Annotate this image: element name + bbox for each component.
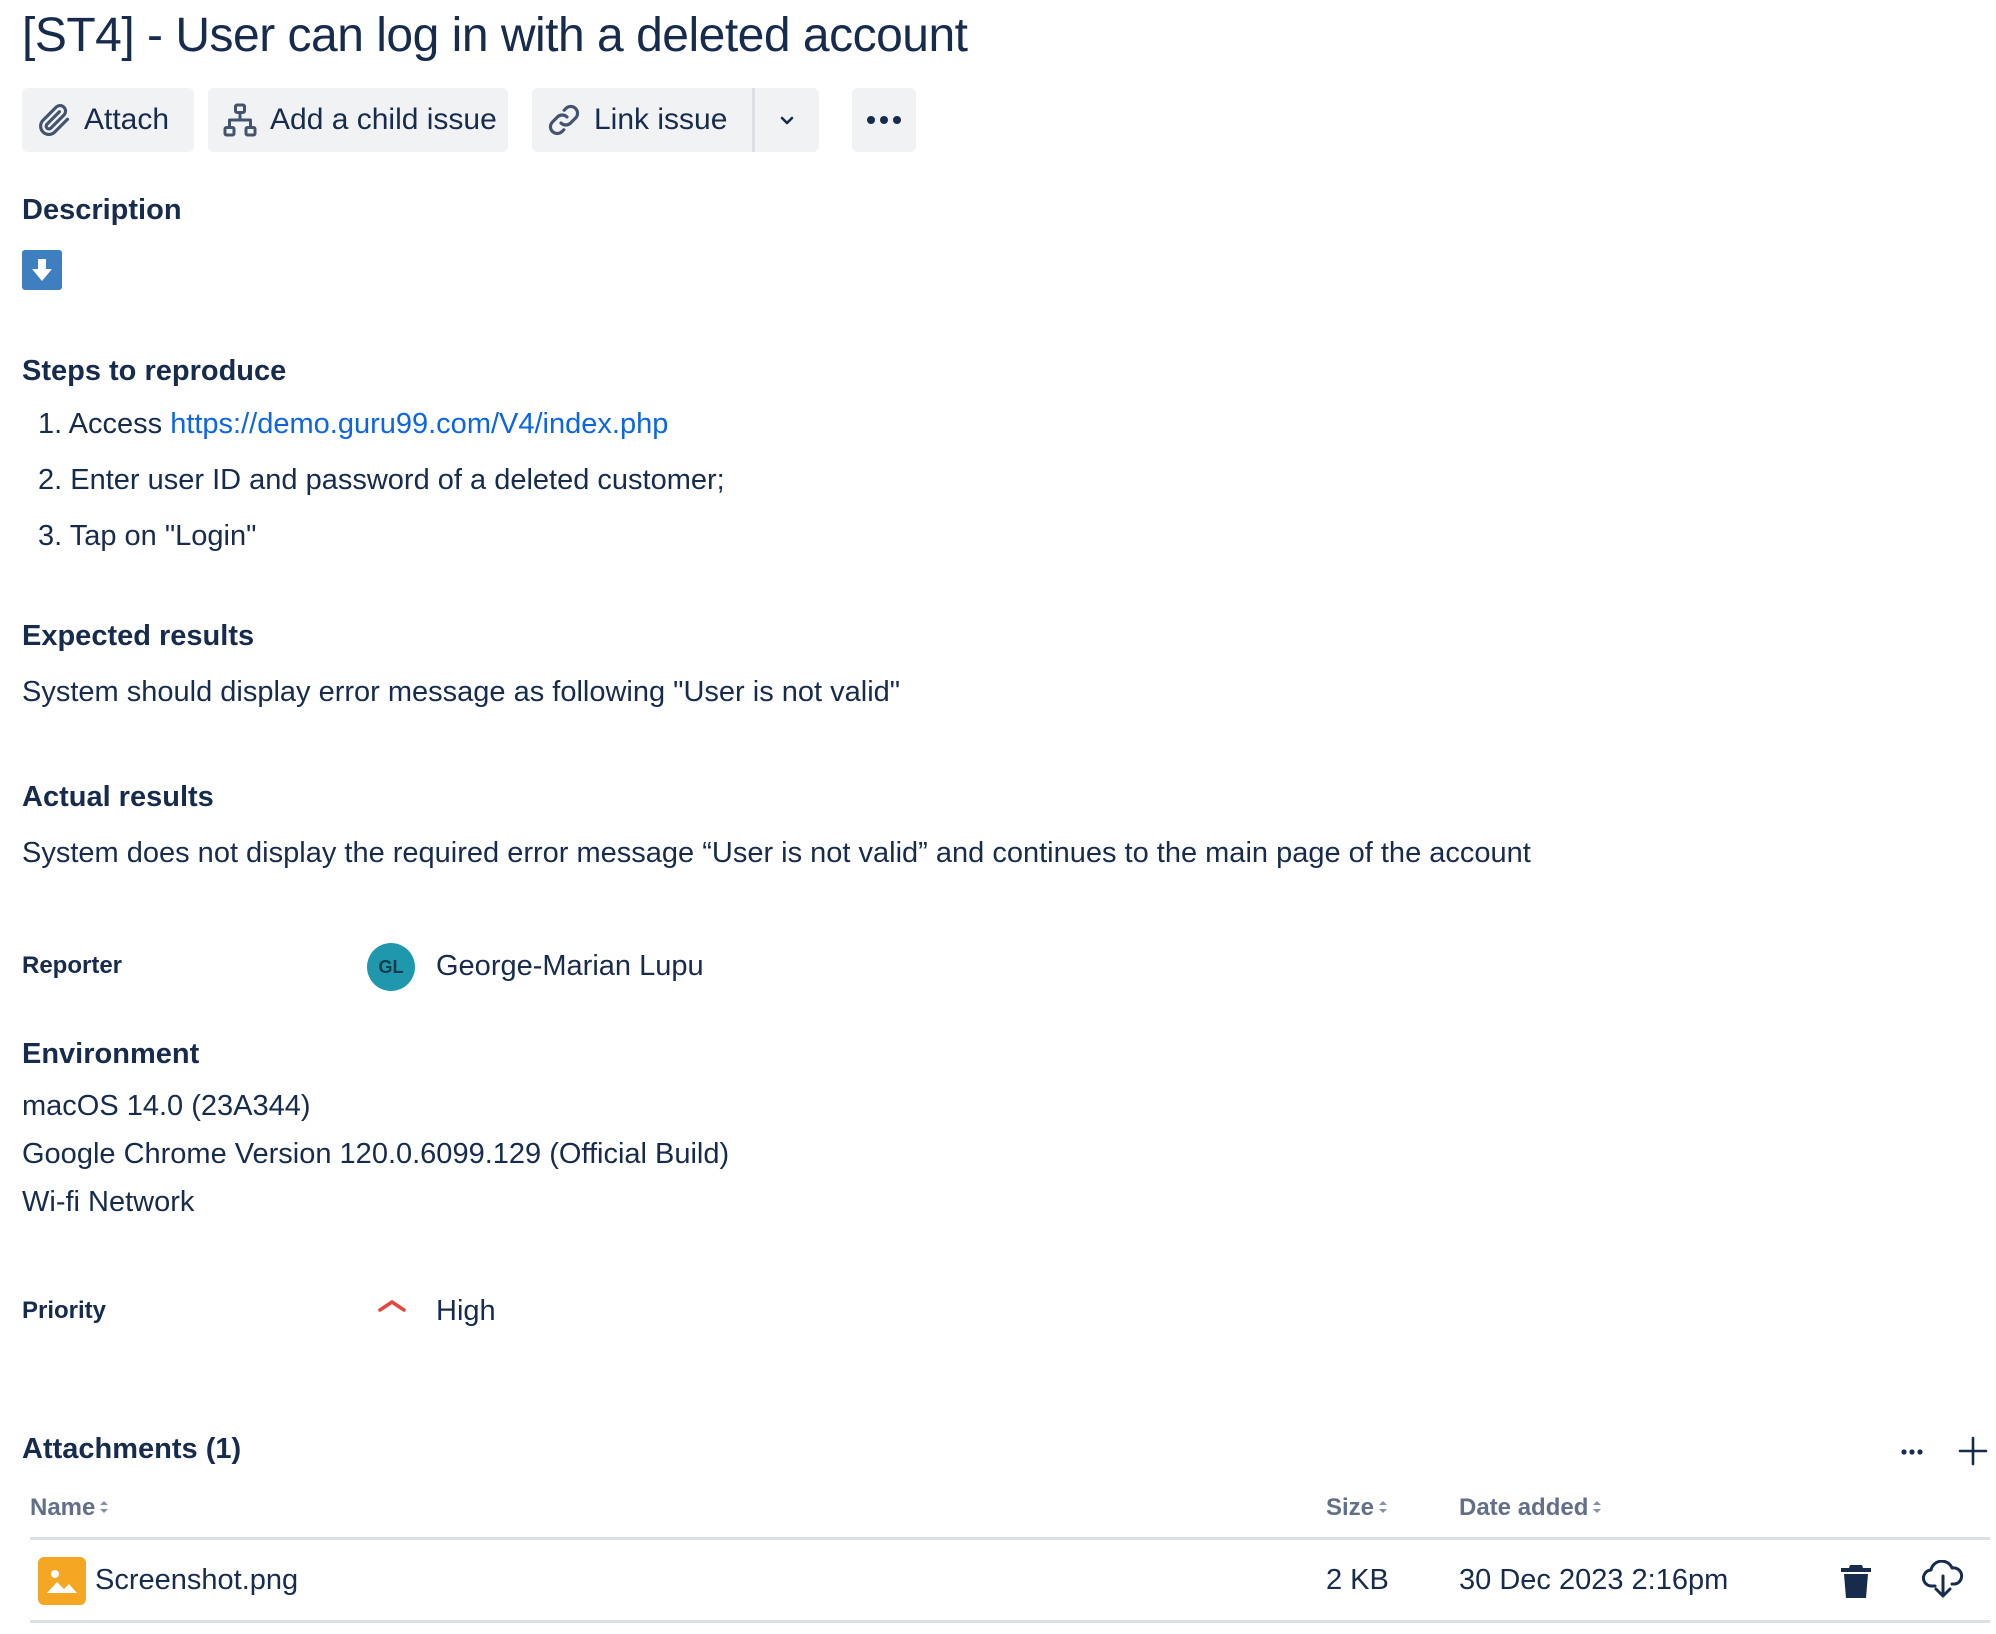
reporter-label: Reporter: [22, 952, 123, 979]
step-item: 1. Access https://demo.guru99.com/V4/ind…: [38, 408, 669, 440]
add-attachment-icon[interactable]: [1956, 1434, 1990, 1473]
attachment-date: 30 Dec 2023 2:16pm: [1459, 1564, 1729, 1596]
sort-icon: [1592, 1494, 1602, 1522]
environment-line: Wi-fi Network: [22, 1186, 195, 1218]
actual-results-text: System does not display the required err…: [22, 837, 1531, 869]
more-icon: [864, 115, 904, 125]
reporter-name[interactable]: George-Marian Lupu: [436, 950, 704, 983]
priority-label: Priority: [22, 1297, 107, 1324]
expected-results-heading: Expected results: [22, 620, 255, 652]
chevron-down-icon: [775, 108, 799, 132]
attach-button[interactable]: Attach: [22, 88, 194, 152]
image-file-icon: [38, 1557, 86, 1605]
column-header-date[interactable]: Date added: [1459, 1494, 1602, 1522]
attachment-size: 2 KB: [1326, 1564, 1389, 1596]
steps-heading: Steps to reproduce: [22, 355, 287, 387]
attachments-more-icon[interactable]: [1896, 1436, 1928, 1473]
hierarchy-icon: [222, 102, 258, 138]
column-header-name[interactable]: Name: [30, 1494, 109, 1522]
step-link[interactable]: https://demo.guru99.com/V4/index.php: [170, 408, 668, 440]
actual-results-heading: Actual results: [22, 781, 214, 813]
arrow-down-icon: [22, 250, 62, 290]
add-child-issue-button[interactable]: Add a child issue: [208, 88, 508, 152]
environment-line: Google Chrome Version 120.0.6099.129 (Of…: [22, 1138, 730, 1170]
column-header-size[interactable]: Size: [1326, 1494, 1388, 1522]
issue-title[interactable]: [ST4] - User can log in with a deleted a…: [22, 8, 968, 63]
step-item: 2. Enter user ID and password of a delet…: [38, 464, 725, 496]
link-issue-dropdown-button[interactable]: [755, 88, 819, 152]
step-item: 3. Tap on "Login": [38, 520, 257, 552]
attach-label: Attach: [84, 103, 170, 136]
link-issue-label: Link issue: [594, 103, 728, 136]
link-icon: [546, 102, 582, 138]
more-actions-button[interactable]: [852, 88, 916, 152]
priority-high-icon: [377, 1296, 407, 1321]
expected-results-text: System should display error message as f…: [22, 676, 901, 708]
sort-icon: [99, 1494, 109, 1522]
download-icon[interactable]: [1921, 1559, 1965, 1605]
priority-value[interactable]: High: [436, 1295, 496, 1328]
link-issue-button[interactable]: Link issue: [532, 88, 752, 152]
table-header-divider: [30, 1537, 1990, 1540]
table-row-divider: [30, 1620, 1990, 1623]
attachment-name[interactable]: Screenshot.png: [95, 1564, 298, 1597]
table-row[interactable]: Screenshot.png 2 KB 30 Dec 2023 2:16pm: [30, 1552, 1990, 1614]
add-child-issue-label: Add a child issue: [270, 103, 497, 136]
environment-line: macOS 14.0 (23A344): [22, 1090, 311, 1122]
sort-icon: [1378, 1494, 1388, 1522]
avatar[interactable]: GL: [367, 943, 415, 991]
paperclip-icon: [36, 102, 72, 138]
environment-heading: Environment: [22, 1038, 200, 1070]
description-heading: Description: [22, 194, 182, 226]
issue-view: [ST4] - User can log in with a deleted a…: [0, 0, 1996, 1634]
attachments-heading: Attachments (1): [22, 1433, 242, 1465]
delete-icon[interactable]: [1838, 1562, 1874, 1605]
